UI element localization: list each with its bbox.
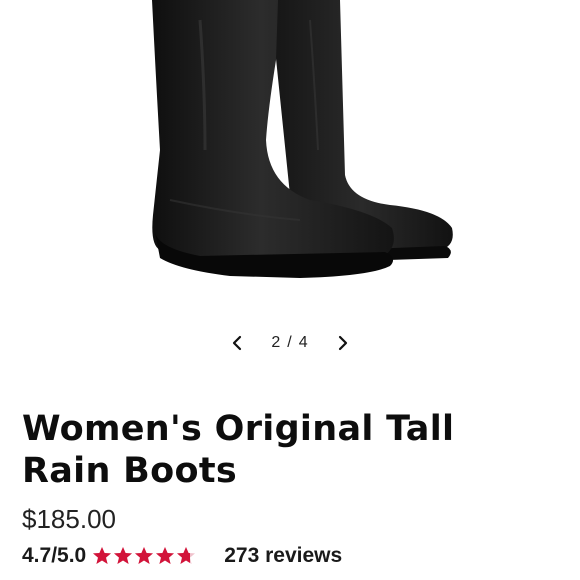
carousel-nav: 2 / 4 xyxy=(224,330,356,356)
product-title-line2: Rain Boots xyxy=(22,451,237,491)
star-icon xyxy=(93,547,112,564)
reviews-link[interactable]: 273 reviews xyxy=(224,544,342,568)
carousel-current: 2 xyxy=(271,334,282,351)
star-icon xyxy=(177,547,196,564)
carousel-next-button[interactable] xyxy=(330,330,356,356)
chevron-left-icon xyxy=(232,335,242,351)
product-title-line1: Women's Original Tall xyxy=(22,409,455,449)
carousel-separator: / xyxy=(287,334,293,351)
carousel-total: 4 xyxy=(298,334,309,351)
star-rating xyxy=(92,546,196,566)
rating-row: 4.7/5.0 273 reviews xyxy=(22,543,342,569)
product-image[interactable] xyxy=(0,0,580,310)
carousel-page-indicator: 2 / 4 xyxy=(271,334,308,352)
product-price: $185.00 xyxy=(22,504,116,534)
star-icon xyxy=(135,547,154,564)
star-icon xyxy=(114,547,133,564)
chevron-right-icon xyxy=(338,335,348,351)
carousel-prev-button[interactable] xyxy=(224,330,250,356)
product-title: Women's Original Tall Rain Boots xyxy=(22,408,562,492)
star-icon xyxy=(156,547,175,564)
rating-value: 4.7/5.0 xyxy=(22,544,87,567)
rain-boots-illustration xyxy=(152,0,453,278)
